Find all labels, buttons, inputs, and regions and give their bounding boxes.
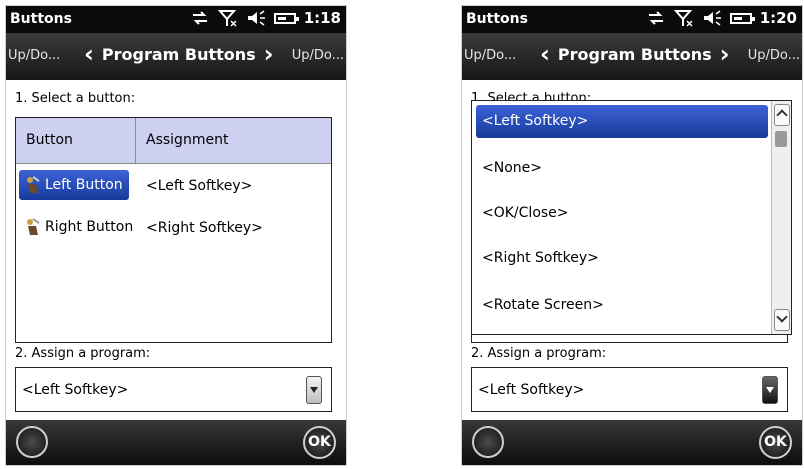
chevron-left-icon[interactable]: ‹ <box>540 42 550 66</box>
next-page-link[interactable]: Up/Do... <box>292 48 344 63</box>
button-hand-icon <box>27 218 40 235</box>
dropdown-option[interactable]: <OK/Close> <box>476 197 768 230</box>
signal-off-icon <box>673 10 693 27</box>
step2-label: 2. Assign a program: <box>15 346 151 361</box>
scroll-up-icon[interactable] <box>774 104 790 126</box>
sync-icon <box>648 11 663 25</box>
ok-button[interactable]: OK <box>303 426 336 459</box>
speaker-icon <box>703 10 721 26</box>
status-bar: Buttons 1:20 <box>462 6 802 33</box>
chevron-right-icon[interactable]: › <box>264 42 274 66</box>
dropdown-option[interactable]: <Right Softkey> <box>476 242 768 275</box>
clock: 1:20 <box>759 9 797 27</box>
column-header-assignment[interactable]: Assignment <box>136 118 228 163</box>
column-header-button[interactable]: Button <box>16 118 136 163</box>
button-list: Button Assignment Left Button <Left Soft… <box>15 117 332 343</box>
nav-bar: Up/Do... ‹ Program Buttons › Up/Do... <box>462 33 802 80</box>
button-hand-icon <box>27 176 40 193</box>
dropdown-scrollbar[interactable] <box>771 101 791 334</box>
dropdown-option[interactable]: <Left Softkey> <box>476 105 768 138</box>
soft-key-bar: OK <box>462 420 802 465</box>
list-item[interactable]: Left Button <Left Softkey> <box>16 164 331 206</box>
step1-label: 1. Select a button: <box>15 91 136 106</box>
chevron-down-icon[interactable] <box>762 376 778 404</box>
dropdown-option[interactable]: <None> <box>476 152 768 185</box>
program-combobox[interactable]: <Left Softkey> <box>15 367 332 412</box>
page-title: Program Buttons <box>101 44 256 64</box>
prev-page-link[interactable]: Up/Do... <box>464 48 516 63</box>
page-title: Program Buttons <box>557 44 712 64</box>
assignment-value: <Right Softkey> <box>146 220 263 236</box>
device-screen-1: Buttons 1:18 Up/Do... ‹ Program Buttons … <box>5 5 347 466</box>
device-screen-2: Buttons 1:20 Up/Do... ‹ Program Buttons … <box>461 5 803 466</box>
list-item[interactable]: Right Button <Right Softkey> <box>16 206 331 248</box>
assignment-value: <Left Softkey> <box>146 178 253 194</box>
program-dropdown-list[interactable]: <Left Softkey> <None> <OK/Close> <Right … <box>471 100 792 335</box>
status-bar: Buttons 1:18 <box>6 6 346 33</box>
windows-start-icon[interactable] <box>472 426 504 458</box>
windows-start-icon[interactable] <box>16 426 48 458</box>
ok-button[interactable]: OK <box>759 426 792 459</box>
step2-label: 2. Assign a program: <box>471 346 607 361</box>
nav-bar: Up/Do... ‹ Program Buttons › Up/Do... <box>6 33 346 80</box>
combobox-value: <Left Softkey> <box>22 382 129 398</box>
app-title: Buttons <box>10 11 72 27</box>
dropdown-option[interactable]: <Rotate Screen> <box>476 289 768 322</box>
program-combobox[interactable]: <Left Softkey> <box>471 367 788 412</box>
sync-icon <box>192 11 207 25</box>
list-header: Button Assignment <box>16 118 331 164</box>
clock: 1:18 <box>303 9 341 27</box>
signal-off-icon <box>217 10 237 27</box>
chevron-down-icon[interactable] <box>306 376 322 404</box>
combobox-value: <Left Softkey> <box>478 382 585 398</box>
speaker-icon <box>247 10 265 26</box>
chevron-left-icon[interactable]: ‹ <box>84 42 94 66</box>
list-item-label: Right Button <box>45 219 134 235</box>
battery-icon <box>729 12 755 24</box>
left-button-item[interactable]: Left Button <box>19 170 129 200</box>
prev-page-link[interactable]: Up/Do... <box>8 48 60 63</box>
app-title: Buttons <box>466 11 528 27</box>
next-page-link[interactable]: Up/Do... <box>748 48 800 63</box>
chevron-right-icon[interactable]: › <box>720 42 730 66</box>
right-button-item[interactable]: Right Button <box>19 212 139 242</box>
battery-icon <box>273 12 299 24</box>
scroll-thumb[interactable] <box>775 131 787 147</box>
soft-key-bar: OK <box>6 420 346 465</box>
list-item-label: Left Button <box>45 177 123 193</box>
scroll-down-icon[interactable] <box>774 309 790 331</box>
